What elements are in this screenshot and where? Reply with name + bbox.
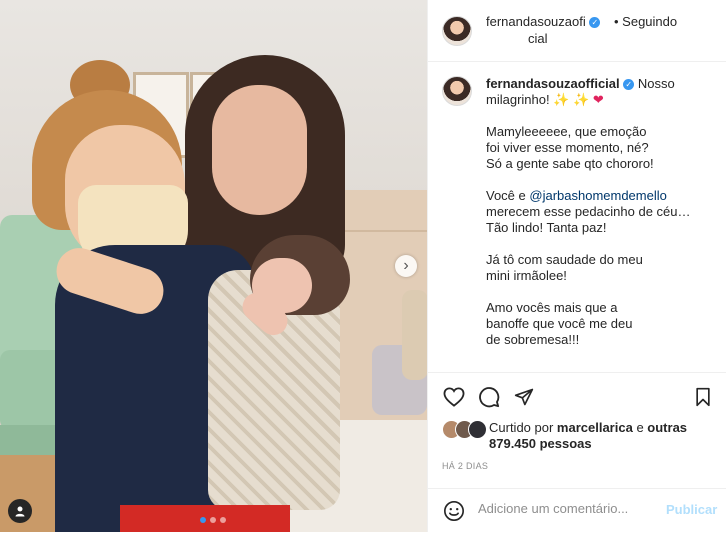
emoji-picker-button[interactable] <box>442 499 466 523</box>
author-avatar[interactable] <box>442 16 472 46</box>
heart-emoji-icon: ❤ <box>592 92 604 107</box>
paper-plane-icon <box>514 388 534 406</box>
following-button[interactable]: • Seguindo <box>614 13 677 30</box>
bookmark-icon <box>696 387 710 407</box>
caption-paragraph-4: Já tô com saudade do meu mini irmãolee! <box>486 252 643 283</box>
caption-p3-prefix: Você e <box>486 188 530 203</box>
user-icon <box>15 506 25 517</box>
username-line-2: cial <box>528 31 548 46</box>
carousel-dot <box>220 517 226 523</box>
heart-icon <box>443 387 465 407</box>
save-button[interactable] <box>691 385 715 409</box>
likes-user-link[interactable]: marcellarica <box>557 420 633 435</box>
verified-badge-icon: ✓ <box>589 17 601 29</box>
carousel-next-button[interactable]: › <box>395 255 417 277</box>
post-caption: fernandasouzaofficial ✓ Nosso milagrinho… <box>486 76 714 364</box>
post-timestamp[interactable]: HÁ 2 DIAS <box>442 461 488 471</box>
share-button[interactable] <box>512 385 536 409</box>
likes-mid: e <box>632 420 648 435</box>
post-photo[interactable]: › <box>0 0 427 532</box>
instagram-post: › fernandasouzaofi ✓ cial • Seguindo fer… <box>0 0 726 532</box>
carousel-dot <box>210 517 216 523</box>
mention-link[interactable]: @jarbashomemdemello <box>529 188 666 203</box>
verified-badge-icon: ✓ <box>623 79 635 91</box>
caption-author-avatar[interactable] <box>442 76 472 106</box>
liker-avatars <box>442 420 487 440</box>
carousel-indicator <box>200 517 226 523</box>
liker-avatar <box>468 420 487 439</box>
caption-paragraph-2: Mamyleeeeee, que emoção foi viver esse m… <box>486 124 654 171</box>
caption-p3-suffix: merecem esse pedacinho de céu… Tão lindo… <box>486 204 691 235</box>
tagged-users-button[interactable] <box>8 499 32 523</box>
post-side-panel: fernandasouzaofi ✓ cial • Seguindo ferna… <box>427 0 726 532</box>
chevron-right-icon: › <box>403 257 409 274</box>
username-line-1: fernandasouzaofi <box>486 14 586 29</box>
likes-text: Curtido por marcellarica e outras 879.45… <box>489 420 722 452</box>
comment-button[interactable] <box>477 385 501 409</box>
woman-right-face <box>212 85 307 215</box>
pillow <box>402 290 427 380</box>
smiley-icon <box>444 501 464 521</box>
publish-button[interactable]: Publicar <box>666 502 717 517</box>
caption-paragraph-3: Você e @jarbashomemdemello merecem esse … <box>486 188 714 236</box>
post-header: fernandasouzaofi ✓ cial • Seguindo <box>428 0 726 62</box>
author-username[interactable]: fernandasouzaofi ✓ cial <box>486 13 616 47</box>
comment-icon <box>479 387 500 408</box>
carousel-dot-active <box>200 517 206 523</box>
comment-bar: Publicar <box>428 488 726 533</box>
caption-paragraph-5: Amo vocês mais que a banoffe que você me… <box>486 300 633 347</box>
sparkles-icon: ✨ ✨ <box>553 92 590 107</box>
like-button[interactable] <box>442 385 466 409</box>
caption-username[interactable]: fernandasouzaofficial <box>486 76 620 91</box>
comment-input[interactable] <box>476 500 660 517</box>
post-actions <box>428 372 726 413</box>
likes-prefix: Curtido por <box>489 420 557 435</box>
